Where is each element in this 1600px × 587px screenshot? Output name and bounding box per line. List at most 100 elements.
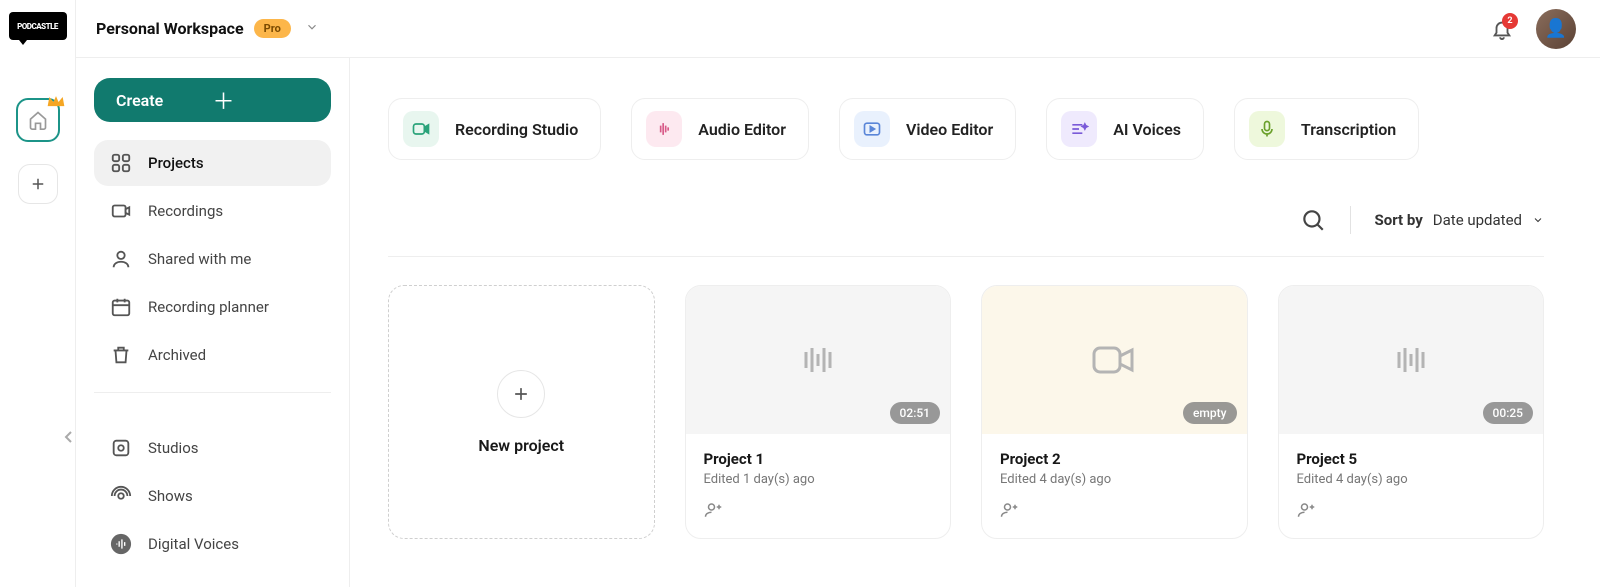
workspace-tile[interactable] xyxy=(16,98,60,142)
project-subtitle: Edited 4 day(s) ago xyxy=(1000,472,1229,487)
waveform-icon xyxy=(1387,340,1435,380)
quick-ai-voices[interactable]: AI Voices xyxy=(1046,98,1204,160)
workspace-dropdown[interactable] xyxy=(305,19,319,38)
nav-label: Recording planner xyxy=(148,298,269,316)
project-grid: New project 02:51 Project 1 Edited 1 day… xyxy=(388,285,1544,539)
search-icon xyxy=(1300,207,1326,233)
quick-label: Recording Studio xyxy=(455,120,578,139)
project-thumbnail: 00:25 xyxy=(1279,286,1544,434)
duration-badge: 02:51 xyxy=(890,402,940,424)
list-header: Sort by Date updated xyxy=(388,206,1544,257)
plus-icon xyxy=(511,384,531,404)
trash-icon xyxy=(110,344,132,366)
brand-logo: PODCASTLE xyxy=(9,12,67,40)
new-project-label: New project xyxy=(478,436,564,455)
add-workspace-button[interactable] xyxy=(18,164,58,204)
nav-digital-voices[interactable]: Digital Voices xyxy=(94,521,331,567)
sort-label: Sort by xyxy=(1375,211,1423,229)
project-subtitle: Edited 1 day(s) ago xyxy=(704,472,933,487)
sort-value: Date updated xyxy=(1433,211,1522,229)
nav-studios[interactable]: Studios xyxy=(94,425,331,471)
project-title: Project 1 xyxy=(704,450,933,468)
quick-recording-studio[interactable]: Recording Studio xyxy=(388,98,601,160)
notification-count: 2 xyxy=(1502,13,1518,29)
nav-projects[interactable]: Projects xyxy=(94,140,331,186)
user-icon xyxy=(110,248,132,270)
quick-audio-editor[interactable]: Audio Editor xyxy=(631,98,809,160)
play-icon xyxy=(854,111,890,147)
nav-label: Recordings xyxy=(148,202,223,220)
ai-icon xyxy=(1061,111,1097,147)
search-button[interactable] xyxy=(1300,207,1326,233)
quick-label: Video Editor xyxy=(906,120,993,139)
nav-shows[interactable]: Shows xyxy=(94,473,331,519)
share-button[interactable] xyxy=(1000,501,1229,523)
share-button[interactable] xyxy=(1297,501,1526,523)
mic-icon xyxy=(1249,111,1285,147)
home-icon xyxy=(28,110,48,130)
calendar-icon xyxy=(110,296,132,318)
camera-icon xyxy=(110,200,132,222)
project-subtitle: Edited 4 day(s) ago xyxy=(1297,472,1526,487)
sidebar: Create ＋ Projects Recordings Shared with… xyxy=(76,0,350,587)
new-project-card[interactable]: New project xyxy=(388,285,655,539)
plan-badge: Pro xyxy=(254,19,291,38)
voice-icon xyxy=(110,533,132,555)
crown-icon xyxy=(46,92,66,112)
plus-icon xyxy=(29,175,47,193)
quick-label: AI Voices xyxy=(1113,120,1181,139)
audio-icon xyxy=(646,111,682,147)
studio-icon xyxy=(110,437,132,459)
video-icon xyxy=(1090,340,1138,380)
nav-label: Shared with me xyxy=(148,250,251,268)
notifications-button[interactable]: 2 xyxy=(1488,15,1516,43)
user-avatar[interactable]: 👤 xyxy=(1536,9,1576,49)
nav-recordings[interactable]: Recordings xyxy=(94,188,331,234)
nav-primary: Projects Recordings Shared with me Recor… xyxy=(94,140,331,378)
share-button[interactable] xyxy=(704,501,933,523)
quick-label: Audio Editor xyxy=(698,120,786,139)
project-thumbnail: 02:51 xyxy=(686,286,951,434)
nav-label: Shows xyxy=(148,487,193,505)
create-button[interactable]: Create ＋ xyxy=(94,78,331,122)
waveform-icon xyxy=(794,340,842,380)
create-button-label: Create xyxy=(116,91,213,110)
user-plus-icon xyxy=(704,501,722,519)
nav-label: Studios xyxy=(148,439,199,457)
quick-actions: Recording Studio Audio Editor Video Edit… xyxy=(388,98,1544,160)
project-title: Project 2 xyxy=(1000,450,1229,468)
project-card[interactable]: 00:25 Project 5 Edited 4 day(s) ago xyxy=(1278,285,1545,539)
nav-planner[interactable]: Recording planner xyxy=(94,284,331,330)
nav-archived[interactable]: Archived xyxy=(94,332,331,378)
user-plus-icon xyxy=(1297,501,1315,519)
collapse-sidebar-button[interactable] xyxy=(62,423,76,451)
nav-label: Projects xyxy=(148,154,204,172)
icon-rail: PODCASTLE xyxy=(0,0,76,587)
quick-label: Transcription xyxy=(1301,120,1396,139)
workspace-name: Personal Workspace xyxy=(96,19,244,38)
duration-badge: empty xyxy=(1183,402,1237,424)
grid-icon xyxy=(110,152,132,174)
plus-icon: ＋ xyxy=(213,84,310,116)
chevron-left-icon xyxy=(64,430,74,444)
quick-transcription[interactable]: Transcription xyxy=(1234,98,1419,160)
quick-video-editor[interactable]: Video Editor xyxy=(839,98,1016,160)
divider xyxy=(1350,206,1351,234)
nav-label: Archived xyxy=(148,346,206,364)
plus-circle xyxy=(497,370,545,418)
project-title: Project 5 xyxy=(1297,450,1526,468)
chevron-down-icon xyxy=(305,20,319,34)
chevron-down-icon xyxy=(1532,214,1544,226)
main-content: Recording Studio Audio Editor Video Edit… xyxy=(350,0,1600,587)
project-card[interactable]: 02:51 Project 1 Edited 1 day(s) ago xyxy=(685,285,952,539)
top-bar: Personal Workspace Pro 2 👤 xyxy=(76,0,1600,58)
project-thumbnail: empty xyxy=(982,286,1247,434)
broadcast-icon xyxy=(110,485,132,507)
sort-dropdown[interactable]: Sort by Date updated xyxy=(1375,211,1545,229)
divider xyxy=(94,392,331,393)
project-card[interactable]: empty Project 2 Edited 4 day(s) ago xyxy=(981,285,1248,539)
user-plus-icon xyxy=(1000,501,1018,519)
duration-badge: 00:25 xyxy=(1483,402,1533,424)
nav-shared[interactable]: Shared with me xyxy=(94,236,331,282)
nav-label: Digital Voices xyxy=(148,535,239,553)
